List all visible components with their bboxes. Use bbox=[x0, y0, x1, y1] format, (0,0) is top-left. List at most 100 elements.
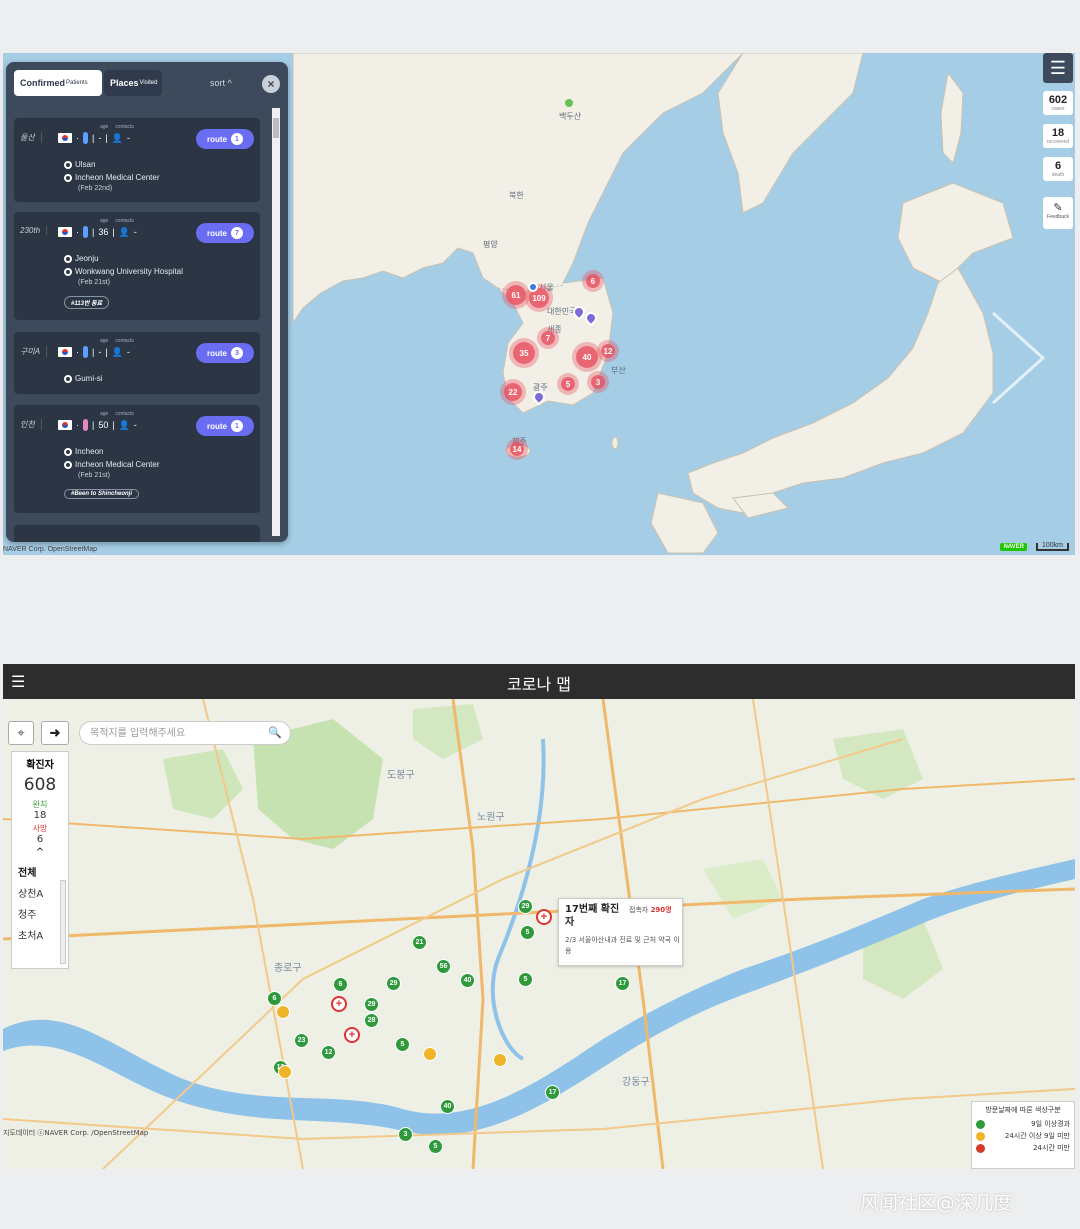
patient-hospital: Wonkwang University Hospital bbox=[64, 267, 183, 276]
patient-card[interactable]: age contacts 울산 · | - | 👤 - route 1 Ulsan… bbox=[14, 118, 260, 202]
confirmed-stats-panel: 확진자 608 완치 18 사망 6 ^ 전체 상천A 청주 초처A bbox=[11, 751, 69, 969]
visit-marker[interactable]: 29 bbox=[386, 976, 401, 991]
patient-location: Ulsan bbox=[64, 160, 95, 169]
location-text: Incheon bbox=[75, 447, 104, 456]
cluster-marker[interactable]: 3 bbox=[591, 375, 605, 389]
map-attribution[interactable]: NAVER Corp. OpenStreetMap bbox=[3, 546, 97, 553]
patient-contacts: - bbox=[133, 420, 137, 430]
cluster-marker[interactable]: 61 bbox=[506, 285, 526, 305]
route-count: 7 bbox=[231, 227, 243, 239]
visit-marker-recent[interactable] bbox=[423, 1047, 437, 1061]
korea-flag-icon bbox=[58, 420, 72, 430]
visit-marker[interactable]: 5 bbox=[428, 1139, 443, 1154]
app-title: 코로나 맵 bbox=[507, 675, 571, 694]
cluster-marker[interactable]: 14 bbox=[510, 442, 524, 456]
tab-confirmed-label: Confirmed bbox=[20, 78, 65, 88]
route-button[interactable]: route 3 bbox=[196, 343, 254, 363]
visit-marker[interactable]: 5 bbox=[395, 1037, 410, 1052]
location-text: Ulsan bbox=[75, 160, 96, 169]
visit-marker[interactable]: 40 bbox=[460, 973, 475, 988]
visit-marker[interactable]: 5 bbox=[518, 972, 533, 987]
meta-contacts-label: contacts bbox=[115, 411, 134, 417]
visit-marker[interactable]: 23 bbox=[294, 1033, 309, 1048]
visit-marker[interactable]: 5 bbox=[520, 925, 535, 940]
meta-age-label: age bbox=[100, 411, 109, 417]
meta-contacts-label: contacts bbox=[115, 124, 134, 130]
cluster-marker[interactable]: 22 bbox=[504, 383, 522, 401]
tab-confirmed-patients[interactable]: Confirmed Patients bbox=[14, 70, 102, 96]
visit-marker[interactable]: 28 bbox=[364, 1013, 379, 1028]
hospital-text: Incheon Medical Center bbox=[75, 460, 160, 469]
close-button[interactable]: × bbox=[262, 75, 280, 93]
location-pin[interactable] bbox=[528, 282, 538, 292]
visit-marker[interactable]: 17 bbox=[545, 1085, 560, 1100]
visit-marker[interactable]: 21 bbox=[412, 935, 427, 950]
visit-marker[interactable]: 6 bbox=[267, 991, 282, 1006]
patient-meta: · | - | 👤 - bbox=[58, 132, 130, 144]
route-button[interactable]: route 1 bbox=[196, 416, 254, 436]
patient-tag[interactable]: #113번 동료 bbox=[64, 296, 110, 309]
popup-title: 17번째 확진자 bbox=[565, 904, 620, 928]
sort-button[interactable]: sort ^ bbox=[210, 78, 232, 88]
patient-tag[interactable]: #Been to Shincheonji bbox=[64, 489, 140, 499]
patient-location: Incheon bbox=[64, 447, 103, 456]
visit-marker[interactable]: 3 bbox=[398, 1127, 413, 1142]
hospital-icon[interactable]: + bbox=[331, 996, 347, 1012]
visit-marker[interactable]: 6 bbox=[333, 977, 348, 992]
visit-marker[interactable]: 40 bbox=[440, 1099, 455, 1114]
patient-card[interactable]: age contacts 구미A · | - | 👤 - route 3 Gumi… bbox=[14, 332, 260, 394]
visit-marker-recent[interactable] bbox=[493, 1053, 507, 1067]
cluster-marker[interactable]: 7 bbox=[541, 331, 555, 345]
cluster-marker[interactable]: 35 bbox=[513, 342, 535, 364]
feedback-button[interactable]: ✎ Feedback bbox=[1043, 197, 1073, 229]
tab-places-visited[interactable]: Places Visited bbox=[104, 70, 162, 96]
panel-scroll-thumb[interactable] bbox=[273, 118, 279, 138]
patient-card[interactable]: age contacts 인천 · | 50 | 👤 - route 1 Inch… bbox=[14, 405, 260, 513]
seoul-map[interactable]: 도봉구 노원구 종로구 강동구 ⌖ ➜ 🔍 확진자 608 완치 18 사망 6… bbox=[3, 699, 1075, 1169]
route-count: 1 bbox=[231, 420, 243, 432]
filter-scrollbar[interactable] bbox=[60, 880, 66, 964]
panel-scrollbar[interactable] bbox=[272, 108, 280, 536]
patient-contacts: - bbox=[126, 347, 130, 357]
hospital-icon[interactable]: + bbox=[344, 1027, 360, 1043]
chevron-right-icon[interactable] bbox=[988, 308, 1048, 408]
hamburger-icon[interactable]: ☰ bbox=[1043, 53, 1073, 83]
filter-item-all[interactable]: 전체 bbox=[12, 864, 68, 879]
search-icon[interactable]: 🔍 bbox=[268, 726, 282, 739]
patient-card[interactable] bbox=[14, 525, 260, 542]
visit-marker[interactable]: 56 bbox=[436, 959, 451, 974]
route-button[interactable]: route 1 bbox=[196, 129, 254, 149]
visit-marker-recent[interactable] bbox=[278, 1065, 292, 1079]
korea-flag-icon bbox=[58, 227, 72, 237]
watermark: 风闻社区@深几度 bbox=[860, 1192, 1013, 1214]
confirmed-count: 608 bbox=[23, 775, 57, 795]
visit-marker[interactable]: 12 bbox=[321, 1045, 336, 1060]
cluster-marker[interactable]: 5 bbox=[561, 377, 575, 391]
visit-marker[interactable]: 17 bbox=[615, 976, 630, 991]
map-attribution[interactable]: 지도데이터 ⓒNAVER Corp. /OpenStreetMap bbox=[3, 1129, 148, 1138]
district-label: 노원구 bbox=[477, 812, 505, 823]
arrow-right-icon[interactable]: ➜ bbox=[41, 721, 69, 745]
cluster-marker[interactable]: 6 bbox=[586, 274, 600, 288]
label-baekdusan: 백두산 bbox=[559, 112, 582, 121]
visit-marker-recent[interactable] bbox=[276, 1005, 290, 1019]
location-text: Gumi-si bbox=[75, 374, 103, 383]
recovered-count: 18 bbox=[33, 810, 47, 821]
patient-popup[interactable]: 17번째 확진자 접촉자 290명 2/3 서울아산내과 진료 및 근처 약국 … bbox=[558, 898, 683, 966]
hospital-icon[interactable]: + bbox=[536, 909, 552, 925]
search-input[interactable] bbox=[90, 722, 270, 744]
cluster-marker[interactable]: 40 bbox=[576, 346, 598, 368]
search-bar[interactable]: 🔍 bbox=[79, 721, 291, 745]
cluster-marker[interactable]: 12 bbox=[601, 344, 615, 358]
route-button[interactable]: route 7 bbox=[196, 223, 254, 243]
legend-row: 9일 이상경과 bbox=[972, 1118, 1074, 1130]
hospital-text: Wonkwang University Hospital bbox=[75, 267, 183, 276]
visit-marker[interactable]: 29 bbox=[364, 997, 379, 1012]
route-label: route bbox=[207, 348, 227, 358]
patient-card[interactable]: age contacts 230th · | 36 | 👤 - route 7 J… bbox=[14, 212, 260, 320]
chevron-up-icon[interactable]: ^ bbox=[12, 847, 68, 858]
legend-row: 24시간 이상 9일 미만 bbox=[972, 1130, 1074, 1142]
recovered-count: 18 bbox=[1051, 127, 1065, 139]
visit-marker[interactable]: 29 bbox=[518, 899, 533, 914]
crosshair-icon[interactable]: ⌖ bbox=[8, 721, 34, 745]
